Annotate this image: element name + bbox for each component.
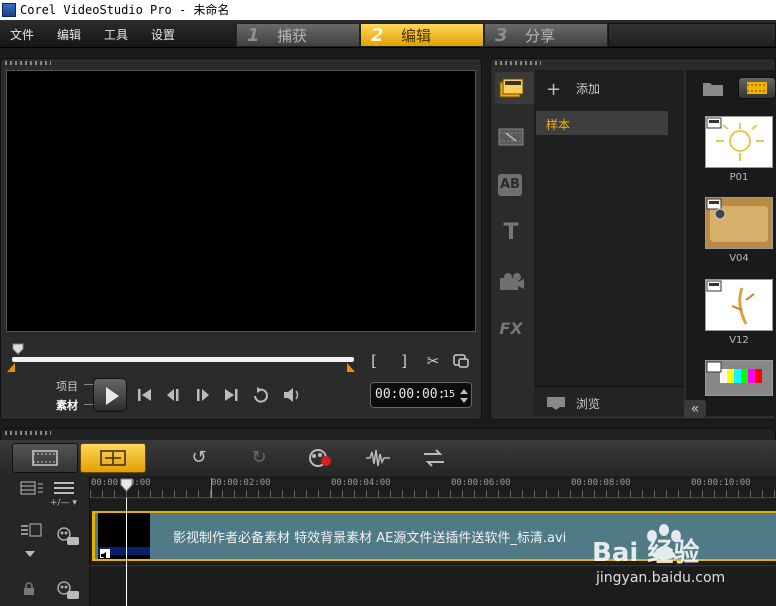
thumbnail-label-p01: P01: [729, 172, 749, 183]
volume-icon[interactable]: [282, 386, 302, 404]
panel-grip[interactable]: [5, 431, 51, 435]
ruler-label: 00:00:02:00: [211, 478, 271, 488]
trim-end-marker[interactable]: [346, 362, 356, 372]
menu-settings[interactable]: 设置: [151, 26, 175, 43]
home-icon[interactable]: [136, 387, 154, 403]
timecode-value: 00:00:00:: [375, 387, 446, 402]
mark-out-button[interactable]: ]: [396, 351, 412, 371]
thumbnail-label-v12: V12: [729, 335, 749, 346]
next-frame-icon[interactable]: [194, 387, 212, 403]
ruler-label: 00:00:10:00: [691, 478, 751, 488]
tab-capture[interactable]: 1 捕获: [236, 23, 360, 47]
title-ab-icon[interactable]: AB: [498, 174, 522, 196]
scissors-icon[interactable]: ✂: [424, 351, 442, 371]
repeat-icon[interactable]: [251, 386, 273, 404]
panel-grip[interactable]: [495, 61, 541, 65]
thumbnail-v12[interactable]: [705, 279, 773, 331]
watermark-url: jingyan.baidu.com: [596, 570, 726, 586]
add-folder-label[interactable]: 添加: [576, 80, 600, 97]
tab-strip-filler: [608, 23, 776, 47]
track-manager-icon[interactable]: [20, 480, 44, 496]
transition-icon[interactable]: [498, 126, 526, 148]
trim-start-marker[interactable]: [6, 362, 16, 372]
media-icon[interactable]: [498, 76, 526, 100]
browse-label: 浏览: [576, 397, 601, 411]
tab-capture-label: 捕获: [277, 27, 308, 45]
clip-thumbnail: [98, 513, 150, 559]
timecode-frames: 15: [443, 389, 456, 400]
audio-mix-icon[interactable]: [364, 448, 392, 468]
thumbnail-v04[interactable]: [705, 197, 773, 249]
browse-icon: [546, 395, 566, 411]
ruler-major-tick: [211, 478, 212, 498]
enlarge-icon[interactable]: [452, 353, 470, 369]
title-icon[interactable]: T: [498, 222, 524, 244]
add-icon[interactable]: +: [546, 79, 561, 100]
storyboard-view-button[interactable]: [12, 443, 78, 473]
chapter-point-icon[interactable]: [52, 480, 76, 496]
overlay-track-icon[interactable]: [55, 580, 83, 602]
ruler-label: 00:00:04:00: [331, 478, 391, 488]
menu-tools[interactable]: 工具: [104, 26, 128, 43]
folder-icon[interactable]: [702, 79, 724, 97]
view-mode-button[interactable]: [738, 77, 776, 99]
folder-item-label: 样本: [546, 118, 571, 132]
app-icon: [2, 3, 16, 17]
record-capture-icon[interactable]: [306, 448, 334, 468]
chevron-down-icon[interactable]: [24, 548, 36, 558]
tab-edit-label: 编辑: [401, 27, 432, 45]
menu-edit[interactable]: 编辑: [57, 26, 81, 43]
window-title: Corel VideoStudio Pro - 未命名: [20, 3, 230, 17]
mark-in-button[interactable]: [: [366, 351, 382, 371]
ruler-label: 00:00:06:00: [451, 478, 511, 488]
thumbnail-color-bars[interactable]: [705, 360, 773, 396]
previous-frame-icon[interactable]: [164, 387, 182, 403]
end-icon[interactable]: [222, 387, 240, 403]
tab-share-number: 3: [495, 25, 508, 46]
audio-indicator-icon: [100, 549, 110, 559]
thumbnail-label-v04: V04: [729, 253, 749, 264]
mode-project-label[interactable]: 项目: [56, 378, 78, 394]
playhead-marker[interactable]: [120, 478, 133, 492]
timecode-spinner-icon[interactable]: [459, 386, 469, 406]
auto-music-icon[interactable]: [420, 448, 448, 468]
collapse-library-icon[interactable]: «: [684, 400, 706, 418]
ruler-ticks: [90, 490, 776, 498]
graphic-icon[interactable]: [498, 270, 526, 292]
panel-grip[interactable]: [5, 61, 51, 65]
trim-bar[interactable]: [12, 357, 354, 362]
folder-item-sample[interactable]: 样本: [536, 111, 668, 135]
lock-icon[interactable]: [22, 582, 36, 596]
clip-title: 影视制作者必备素材 特效背景素材 AE源文件送插件送软件_标清.avi: [173, 531, 567, 546]
zoom-control[interactable]: +/— ▾: [50, 498, 77, 508]
play-icon: [106, 387, 119, 405]
browse-button[interactable]: 浏览: [534, 386, 684, 416]
tab-edit[interactable]: 2 编辑: [360, 23, 484, 47]
preview-window[interactable]: [6, 70, 476, 332]
tab-edit-number: 2: [371, 25, 384, 46]
timeline-view-icon: [100, 450, 126, 466]
storyboard-icon: [32, 450, 58, 466]
film-icon: [747, 82, 767, 94]
filter-fx-icon[interactable]: FX: [498, 318, 524, 340]
redo-icon[interactable]: ↻: [244, 446, 274, 470]
title-bar: Corel VideoStudio Pro - 未命名: [0, 0, 776, 20]
playhead-line[interactable]: [126, 498, 127, 606]
tab-capture-number: 1: [247, 25, 260, 46]
mode-clip-label[interactable]: 素材: [56, 397, 78, 413]
tab-share-label: 分享: [525, 27, 556, 45]
baidu-watermark: Bai 经验 jingyan.baidu.com: [590, 518, 776, 606]
scrubber-handle[interactable]: [12, 343, 24, 355]
thumbnail-p01[interactable]: [705, 116, 773, 168]
ripple-edit-icon[interactable]: [20, 522, 42, 538]
timeline-view-button[interactable]: [80, 443, 146, 473]
timecode-display[interactable]: 00:00:00: 15: [370, 382, 472, 408]
video-track-icon[interactable]: [55, 526, 83, 548]
watermark-brand: Bai 经验: [592, 538, 700, 568]
ruler-label: 00:00:08:00: [571, 478, 631, 488]
play-button[interactable]: [93, 378, 127, 412]
undo-icon[interactable]: ↺: [184, 446, 214, 470]
tab-share[interactable]: 3 分享: [484, 23, 608, 47]
menu-file[interactable]: 文件: [10, 26, 34, 43]
